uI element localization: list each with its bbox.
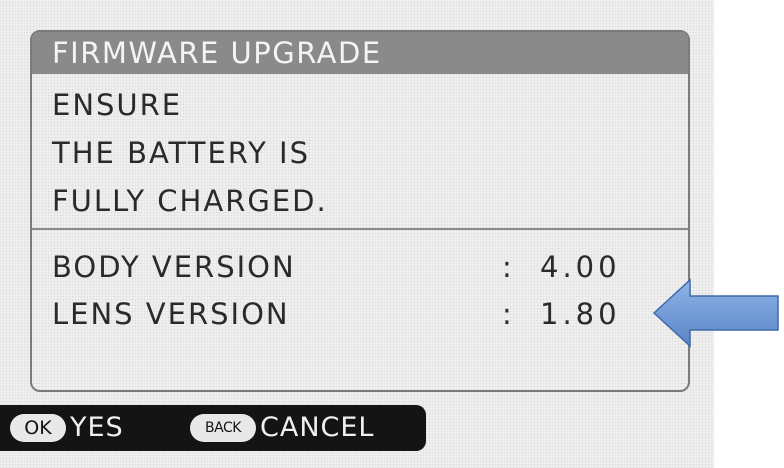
message-line: THE BATTERY IS	[52, 136, 310, 170]
firmware-upgrade-dialog: FIRMWARE UPGRADE ENSURE THE BATTERY IS F…	[30, 30, 690, 392]
message-line: ENSURE	[52, 88, 183, 122]
button-guide-bar: OK YES BACK CANCEL	[0, 405, 426, 451]
cancel-option[interactable]: CANCEL	[260, 405, 374, 451]
back-key-icon[interactable]: BACK	[190, 414, 256, 442]
lens-version-separator: :	[502, 297, 512, 331]
ok-key-icon[interactable]: OK	[10, 414, 66, 442]
lens-version-value: 1.80	[540, 297, 621, 331]
body-version-separator: :	[502, 250, 512, 284]
body-version-value: 4.00	[540, 250, 621, 284]
body-version-label: BODY VERSION	[52, 250, 296, 284]
dialog-title: FIRMWARE UPGRADE	[32, 32, 688, 74]
yes-option[interactable]: YES	[70, 405, 124, 451]
left-arrow-icon	[652, 278, 779, 348]
message-line: FULLY CHARGED.	[52, 184, 328, 218]
lens-version-label: LENS VERSION	[52, 297, 290, 331]
divider	[32, 228, 688, 230]
camera-screen: FIRMWARE UPGRADE ENSURE THE BATTERY IS F…	[0, 0, 714, 468]
